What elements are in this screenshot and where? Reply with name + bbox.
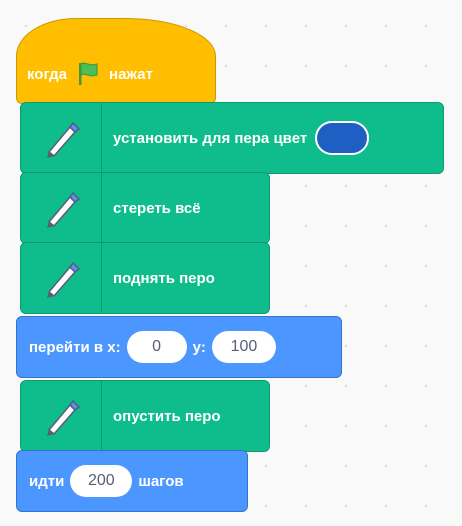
when-label: когда [27,65,68,83]
pen-extension-icon-box [21,103,102,173]
x-input[interactable]: 0 [126,331,187,363]
pen-extension-icon-box [21,173,102,243]
erase-all-label: стереть всё [113,199,201,217]
move-label: идти [29,472,65,490]
code-workspace[interactable]: когда нажат установить для пера цвет сте… [0,0,462,526]
move-steps-block[interactable]: идти 200 шагов [16,450,248,512]
steps-input[interactable]: 200 [70,465,133,497]
clicked-label: нажат [109,65,153,83]
pen-extension-icon-box [21,381,102,451]
pen-color-picker[interactable] [315,121,370,155]
y-input[interactable]: 100 [211,331,276,363]
pen-down-label: опустить перо [113,407,221,425]
pen-down-block[interactable]: опустить перо [20,380,270,452]
green-flag-icon [75,61,101,87]
pen-up-block[interactable]: поднять перо [20,242,270,314]
when-flag-clicked-block[interactable]: когда нажат [16,18,216,104]
pen-icon [47,261,81,298]
pen-icon [47,399,81,436]
pen-extension-icon-box [21,243,102,313]
set-pen-color-label: установить для пера цвет [113,129,308,147]
y-label: y: [192,338,206,356]
pen-icon [47,191,81,228]
pen-icon [47,121,81,158]
pen-up-label: поднять перо [113,269,215,287]
steps-suffix-label: шагов [138,472,184,490]
go-to-xy-block[interactable]: перейти в x: 0 y: 100 [16,316,342,378]
erase-all-block[interactable]: стереть всё [20,172,270,244]
set-pen-color-block[interactable]: установить для пера цвет [20,102,444,174]
go-to-x-label: перейти в x: [29,338,121,356]
